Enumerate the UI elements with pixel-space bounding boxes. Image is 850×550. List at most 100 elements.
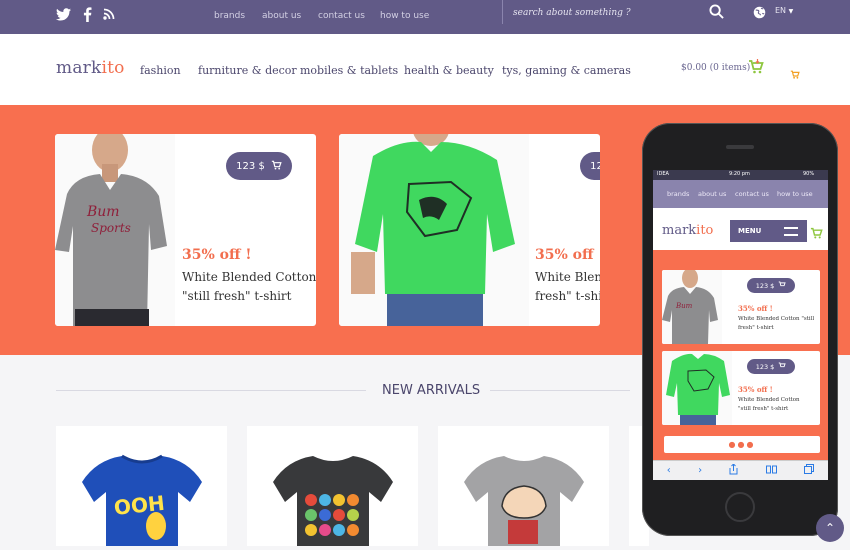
mobile-carrier: IDEA <box>657 171 669 177</box>
topnav-how-to-use[interactable]: how to use <box>380 11 429 21</box>
section-divider-right <box>490 390 630 391</box>
topnav-contact[interactable]: contact us <box>318 11 365 21</box>
discount-label: 35% off ! <box>535 247 600 263</box>
mobile-price: 123 $ <box>755 362 775 371</box>
nav-mobiles[interactable]: mobiles & tablets <box>300 64 398 77</box>
product-image-blue-tshirt: OOH <box>82 454 202 546</box>
search-input[interactable] <box>513 6 693 19</box>
product-image-grey-print-tshirt <box>464 456 584 546</box>
share-icon[interactable] <box>729 462 738 478</box>
mobile-nav-about[interactable]: about us <box>698 190 726 198</box>
mobile-nav-how-to-use[interactable]: how to use <box>777 190 813 198</box>
top-bar: brands about us contact us how to use EN… <box>0 0 850 34</box>
add-to-cart-icon <box>778 281 786 290</box>
price: 123 $ <box>236 160 265 172</box>
mobile-price: 123 $ <box>755 281 775 290</box>
mobile-price-tag[interactable]: 123 $ <box>747 359 795 374</box>
mobile-battery: 90% <box>803 171 815 177</box>
nav-toys[interactable]: tys, gaming & cameras <box>502 64 631 77</box>
phone-home-button <box>725 492 755 522</box>
nav-health[interactable]: health & beauty <box>404 64 494 77</box>
mobile-logo-main: mark <box>662 223 697 238</box>
mobile-product-image-green <box>662 351 732 425</box>
chevron-up-icon: ⌃ <box>824 521 836 535</box>
mobile-discount: 35% off ! <box>738 385 773 394</box>
hero-product-card[interactable]: 123 $ 35% off ! White Blended Cotton fre… <box>339 134 600 326</box>
nav-furniture[interactable]: furniture & decor <box>198 64 297 77</box>
header: markito fashion furniture & decor mobile… <box>0 34 850 105</box>
topnav-about[interactable]: about us <box>262 11 301 21</box>
tabs-icon[interactable] <box>804 464 815 477</box>
mobile-product-name-line2[interactable]: "still fresh" t-shirt <box>738 405 788 414</box>
svg-text:Bum: Bum <box>86 204 120 220</box>
mobile-menu-label: MENU <box>738 227 762 235</box>
mobile-nav-contact[interactable]: contact us <box>735 190 769 198</box>
bookmarks-icon[interactable] <box>765 465 777 477</box>
mobile-nav-brands[interactable]: brands <box>667 190 689 198</box>
logo-main: mark <box>56 58 102 78</box>
price-tag[interactable]: 123 $ <box>580 152 600 180</box>
logo[interactable]: markito <box>56 58 125 78</box>
add-to-cart-icon <box>271 160 282 173</box>
mobile-browser-toolbar: ‹ › <box>653 460 828 480</box>
mobile-header: markito MENU <box>653 208 828 250</box>
mobile-more-button[interactable]: ●●● <box>664 436 820 453</box>
language-select[interactable]: EN ▼ <box>775 6 793 15</box>
mobile-product-card[interactable]: Bum 123 $ 35% off ! White Blended Cotton… <box>662 270 820 344</box>
mobile-discount: 35% off ! <box>738 304 773 313</box>
product-image-grey-tshirt: Bum Sports <box>55 134 175 326</box>
mobile-logo-accent: ito <box>696 223 714 238</box>
mobile-cart-icon[interactable] <box>810 224 823 243</box>
product-name-line2[interactable]: "still fresh" t-shirt <box>182 287 316 306</box>
globe-icon[interactable] <box>753 4 766 23</box>
search-icon[interactable] <box>709 4 724 23</box>
language-label: EN <box>775 6 787 15</box>
mobile-product-name-line2[interactable]: fresh" t-shirt <box>738 324 774 333</box>
mobile-product-image-grey: Bum <box>662 270 722 344</box>
mobile-logo[interactable]: markito <box>662 223 713 238</box>
hero-product-card[interactable]: Bum Sports 123 $ 35% off ! White Blended… <box>55 134 316 326</box>
scroll-top-button[interactable]: ⌃ <box>816 514 844 542</box>
product-name-line2[interactable]: fresh" t-shirt <box>535 287 600 306</box>
small-cart-icon[interactable] <box>790 64 800 83</box>
mobile-hero: Bum 123 $ 35% off ! White Blended Cotton… <box>653 250 828 460</box>
mobile-price-tag[interactable]: 123 $ <box>747 278 795 293</box>
product-card[interactable]: OOH <box>56 426 227 546</box>
forward-icon[interactable]: › <box>698 465 702 476</box>
mobile-top-nav: brands about us contact us how to use <box>653 180 828 208</box>
svg-text:Bum: Bum <box>675 302 693 310</box>
mobile-time: 9:20 pm <box>729 171 750 177</box>
product-image-green-tshirt <box>339 134 529 326</box>
price-tag[interactable]: 123 $ <box>226 152 292 180</box>
mobile-product-name-line1[interactable]: White Blended Cotton "still <box>738 315 814 324</box>
chevron-down-icon: ▼ <box>788 8 794 15</box>
cart-icon[interactable] <box>748 59 764 78</box>
topnav-brands[interactable]: brands <box>214 11 245 21</box>
mobile-menu-button[interactable]: MENU <box>730 220 807 242</box>
phone-mockup: IDEA 9:20 pm 90% brands about us contact… <box>642 123 838 536</box>
product-name-line1[interactable]: White Blended Cotton <box>535 268 600 287</box>
product-name-line1[interactable]: White Blended Cotton <box>182 268 316 287</box>
hamburger-icon <box>784 227 798 238</box>
price: 123 $ <box>590 160 600 172</box>
logo-accent: ito <box>101 58 125 78</box>
svg-text:Sports: Sports <box>91 221 131 235</box>
product-card[interactable] <box>438 426 609 546</box>
mobile-product-name-line1[interactable]: White Blended Cotton <box>738 396 800 405</box>
phone-speaker <box>726 145 754 149</box>
section-title: NEW ARRIVALS <box>382 383 481 398</box>
cart-summary[interactable]: $0.00 (0 items) <box>681 63 750 73</box>
add-to-cart-icon <box>778 362 786 371</box>
back-icon[interactable]: ‹ <box>667 465 671 476</box>
product-card[interactable] <box>247 426 418 546</box>
rss-icon[interactable] <box>98 4 120 24</box>
section-divider-left <box>56 390 366 391</box>
nav-fashion[interactable]: fashion <box>140 64 181 77</box>
mobile-status-bar: IDEA 9:20 pm 90% <box>653 170 828 180</box>
discount-label: 35% off ! <box>182 247 252 263</box>
mobile-product-card[interactable]: 123 $ 35% off ! White Blended Cotton "st… <box>662 351 820 425</box>
twitter-icon[interactable] <box>52 4 74 24</box>
facebook-icon[interactable] <box>76 4 98 24</box>
product-image-black-tshirt <box>273 456 393 546</box>
phone-screen: IDEA 9:20 pm 90% brands about us contact… <box>653 170 828 480</box>
